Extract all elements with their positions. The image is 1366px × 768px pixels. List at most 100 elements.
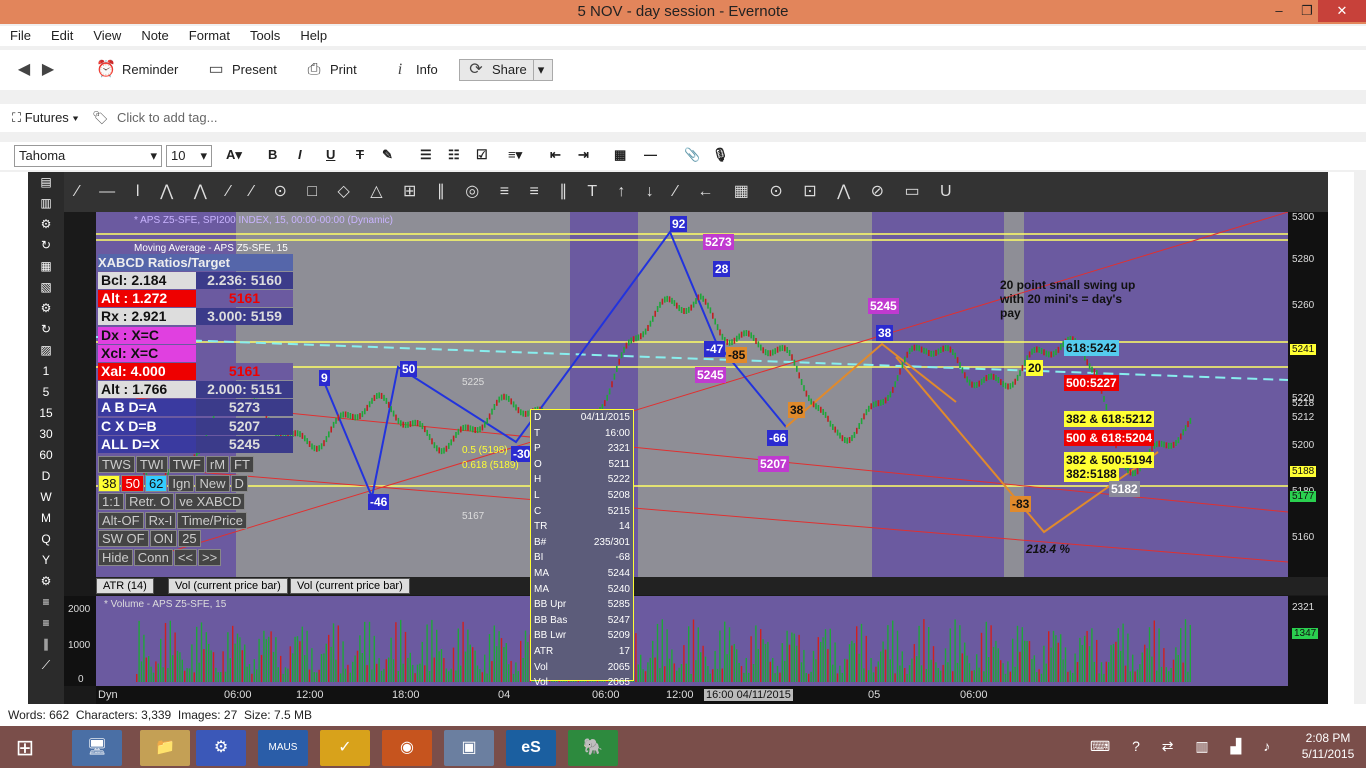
maus-icon[interactable]: MAUS — [258, 730, 308, 766]
xabcd-button[interactable]: >> — [198, 548, 222, 566]
volume-bar — [275, 637, 277, 682]
xabcd-button[interactable]: rM — [205, 456, 230, 473]
xabcd-button[interactable]: << — [173, 548, 198, 566]
minimize-button[interactable]: – — [1264, 0, 1294, 22]
tab-atr[interactable]: ATR (14) — [96, 578, 154, 594]
xabcd-button[interactable]: Conn — [133, 548, 173, 566]
horizontal-rule-icon[interactable]: — — [644, 147, 657, 162]
xabcd-button[interactable]: Retr. O — [125, 493, 175, 510]
xabcd-button[interactable]: TWI — [135, 456, 168, 473]
vertical-scrollbar[interactable] — [1354, 172, 1366, 704]
font-size-select[interactable]: 10 ▾ — [166, 145, 212, 167]
candle — [380, 392, 383, 399]
table-icon[interactable]: ▦ — [614, 147, 626, 163]
volume-bar — [1076, 661, 1079, 682]
candle — [808, 395, 810, 402]
present-button[interactable]: ▭ Present — [206, 59, 276, 81]
candle — [474, 427, 476, 434]
clock[interactable]: 2:08 PM 5/11/2015 — [1290, 730, 1366, 762]
add-tag-field[interactable]: Click to add tag... — [117, 110, 217, 125]
candle — [908, 348, 911, 355]
attach-icon[interactable]: 📎 — [684, 147, 700, 163]
menu-note[interactable]: Note — [131, 26, 178, 43]
remote-desktop-icon[interactable]: ▣ — [444, 730, 494, 766]
xabcd-button[interactable]: SW OF — [98, 530, 149, 547]
record-audio-icon[interactable]: 🎙 — [712, 147, 729, 163]
indent-icon[interactable]: ⇤ — [550, 147, 561, 163]
underline-button[interactable]: U — [326, 147, 335, 162]
share-button[interactable]: ⟳ Share ▾ — [459, 59, 553, 81]
ratio-target: 2.236: 5160 — [196, 272, 293, 289]
highlight-icon[interactable]: ✎ — [382, 147, 393, 163]
volume-bar — [148, 656, 150, 682]
xabcd-button[interactable]: 25 — [178, 530, 201, 547]
tab-vol[interactable]: Vol (current price bar) — [168, 578, 288, 594]
xabcd-button[interactable]: Ign — [168, 474, 195, 492]
norton-icon[interactable]: ✓ — [320, 730, 370, 766]
firefox-icon[interactable]: ◉ — [382, 730, 432, 766]
outdent-icon[interactable]: ⇥ — [578, 147, 589, 163]
volume-bar — [1124, 665, 1127, 682]
confluence-1: 382 & 618:5212 — [1064, 411, 1155, 427]
xabcd-button[interactable]: 62 — [144, 474, 168, 492]
forward-button[interactable]: ▶ — [38, 59, 58, 81]
volume-bar — [505, 643, 507, 682]
close-button[interactable]: ✕ — [1318, 0, 1366, 22]
xabcd-button[interactable]: Rx-I — [144, 511, 177, 529]
menu-tools[interactable]: Tools — [240, 26, 290, 43]
tab-vol-2[interactable]: Vol (current price bar) — [290, 578, 410, 594]
help-icon[interactable]: ? — [1132, 738, 1149, 754]
signal-icon[interactable]: ▟ — [1231, 738, 1251, 754]
settings-icon[interactable]: ⚙ — [196, 730, 246, 766]
menu-edit[interactable]: Edit — [41, 26, 83, 43]
xabcd-button[interactable]: ve XABCD — [175, 493, 246, 510]
folder-icon[interactable]: 📁 — [140, 730, 190, 766]
start-button[interactable]: ⊞ — [0, 730, 50, 766]
network-icon[interactable]: ▥ — [1195, 738, 1217, 754]
xabcd-button[interactable]: ON — [149, 530, 178, 547]
evernote-icon[interactable]: 🐘 — [568, 730, 618, 766]
align-icon[interactable]: ≡▾ — [508, 147, 522, 163]
volume-bar — [772, 658, 774, 682]
explorer-icon[interactable]: 🖥 — [72, 730, 122, 766]
reminder-button[interactable]: ⏰ Reminder — [96, 59, 178, 81]
xabcd-button[interactable]: 50 — [121, 474, 144, 492]
xabcd-button[interactable]: TWS — [98, 456, 135, 473]
info-button[interactable]: i Info — [390, 59, 438, 81]
xabcd-button[interactable]: Time/Price — [177, 511, 248, 529]
print-button[interactable]: ⎙ Print — [304, 59, 357, 81]
text-color-button[interactable]: A▾ — [226, 147, 242, 163]
xabcd-button[interactable]: 1:1 — [98, 493, 125, 510]
xabcd-button[interactable]: 38 — [98, 474, 121, 492]
back-button[interactable]: ◀ — [14, 59, 34, 81]
xabcd-button[interactable]: Alt-OF — [98, 511, 144, 529]
volume-bar — [157, 663, 159, 682]
volume-icon[interactable]: ♪ — [1263, 738, 1279, 754]
bold-button[interactable]: B — [268, 147, 277, 162]
numbered-list-icon[interactable]: ☷ — [448, 147, 460, 163]
menu-file[interactable]: File — [0, 26, 41, 43]
chart-tool-icon: ↻ — [40, 322, 52, 336]
menu-help[interactable]: Help — [290, 26, 337, 43]
menu-view[interactable]: View — [83, 26, 131, 43]
esignal-icon[interactable]: eS — [506, 730, 556, 766]
checkbox-icon[interactable]: ☑ — [476, 147, 488, 163]
notebook-selector[interactable]: ⛶ Futures ▾ — [12, 110, 79, 126]
font-select[interactable]: Tahoma ▾ — [14, 145, 162, 167]
italic-button[interactable]: I — [298, 147, 302, 162]
keyboard-icon[interactable]: ⌨ — [1090, 738, 1119, 754]
ratio-value: Bcl: 2.184 — [98, 272, 196, 289]
volume-bar — [894, 673, 896, 682]
xabcd-button[interactable]: TWF — [168, 456, 205, 473]
strikethrough-button[interactable]: T — [356, 147, 364, 162]
candle — [623, 346, 625, 353]
reminder-label: Reminder — [122, 62, 179, 77]
xabcd-button[interactable]: New — [195, 474, 230, 492]
xabcd-button[interactable]: D — [230, 474, 248, 492]
bullet-list-icon[interactable]: ☰ — [420, 147, 432, 163]
candle — [644, 328, 647, 335]
xabcd-button[interactable]: Hide — [98, 548, 133, 566]
arrows-icon[interactable]: ⇄ — [1162, 738, 1183, 754]
menu-format[interactable]: Format — [179, 26, 240, 43]
xabcd-button[interactable]: FT — [230, 456, 254, 473]
